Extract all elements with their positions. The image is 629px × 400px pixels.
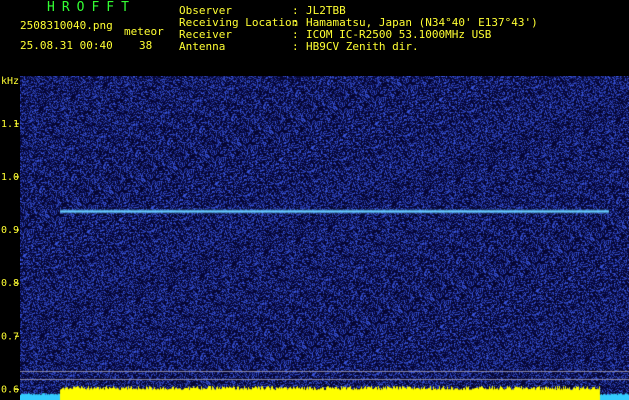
frequency-unit-label: kHz bbox=[1, 76, 19, 87]
spectrogram-waterfall bbox=[20, 76, 629, 400]
frequency-tick-group: 1.11.00.90.80.70.6 bbox=[1, 119, 19, 396]
frequency-tick-label: 1.1 bbox=[1, 119, 19, 130]
